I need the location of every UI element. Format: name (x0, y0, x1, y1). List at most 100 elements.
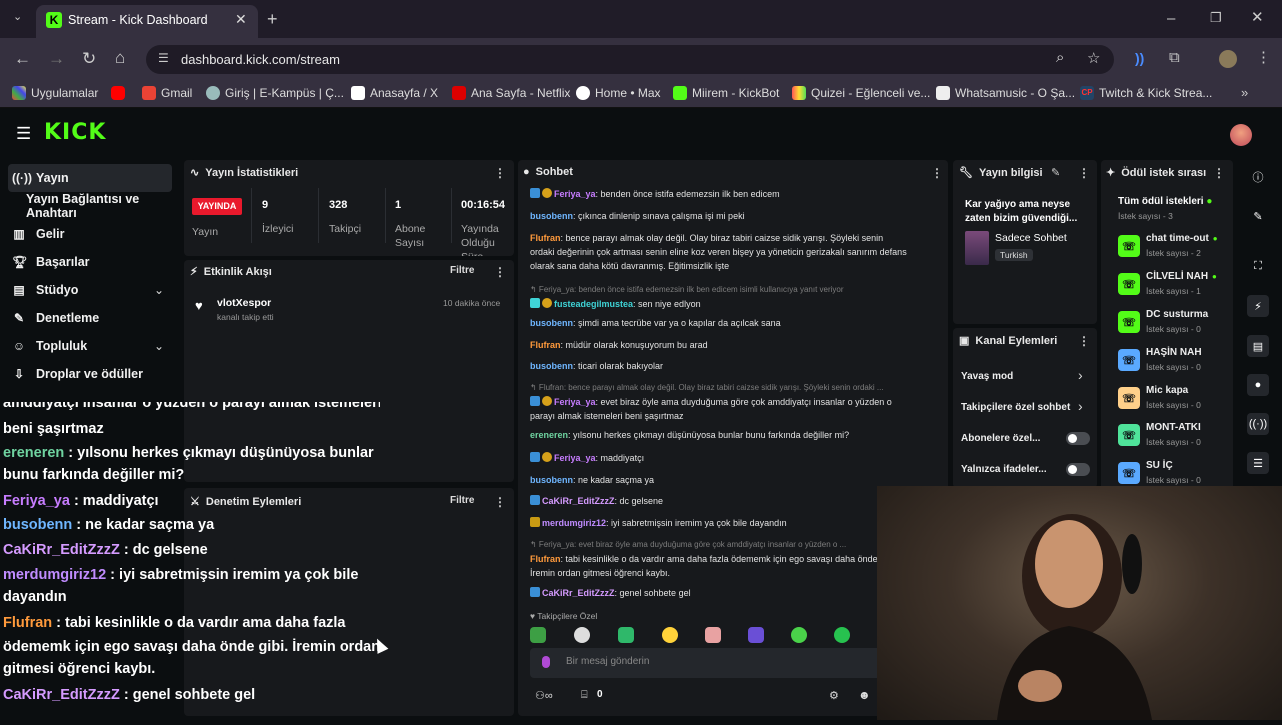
lightning-rail-icon[interactable]: ⚡︎ (1247, 295, 1269, 317)
back-icon[interactable]: ← (14, 50, 31, 67)
chevron-right-icon[interactable]: › (1078, 398, 1083, 414)
kick-logo[interactable]: KICK (44, 120, 106, 145)
overlay-chat-user[interactable]: Feriya_ya (3, 493, 70, 509)
chat-username[interactable]: busobenn (530, 475, 573, 485)
reward-item[interactable]: ☏ CİLVELİ NAH ● İstek sayısı - 1 (1118, 271, 1228, 301)
chat-rail-icon[interactable]: ● (1247, 374, 1269, 396)
sidebar-item-yayin[interactable]: ((·)) Yayın (8, 165, 172, 191)
slow-mode-item[interactable]: Yavaş mod (961, 371, 1013, 382)
info-icon[interactable]: ⓘ (1247, 166, 1269, 188)
chat-username[interactable]: Flufran (530, 340, 561, 350)
kebab-icon[interactable]: ⋮ (494, 166, 506, 180)
maximize-icon[interactable]: ❐ (1210, 11, 1222, 24)
edit-pencil-icon[interactable]: ✎ (1051, 166, 1060, 179)
bookmark-gmail[interactable]: Gmail (142, 86, 192, 100)
emote-picker-icon[interactable]: ☻ (858, 688, 871, 702)
subscribers-only-toggle[interactable] (1066, 432, 1090, 445)
chat-username[interactable]: CaKiRr_EditZzzZ (542, 496, 615, 506)
overlay-chat-user[interactable]: CaKiRr_EditZzzZ (3, 542, 120, 558)
kebab-icon[interactable]: ⋮ (931, 166, 943, 180)
edit-icon[interactable]: ✎ (1247, 205, 1269, 227)
chevron-down-icon[interactable]: ⌄ (154, 339, 164, 353)
chat-username[interactable]: Feriya_ya (554, 189, 596, 199)
chat-username[interactable]: busobenn (530, 318, 573, 328)
chat-username[interactable]: Feriya_ya (554, 453, 596, 463)
emote-icon[interactable] (791, 627, 807, 643)
reward-item[interactable]: ☏ DC susturma İstek sayısı - 0 (1118, 309, 1228, 339)
gift-icon[interactable]: ⌸ (581, 689, 588, 702)
sidebar-item-studyo[interactable]: ▤ Stüdyo (8, 277, 172, 303)
chat-username[interactable]: Flufran (530, 554, 561, 564)
window-close-icon[interactable]: ✕ (1251, 10, 1264, 25)
sidebar-item-topluluk[interactable]: ☺ Topluluk (8, 333, 172, 359)
emote-icon[interactable] (834, 627, 850, 643)
chat-username[interactable]: merdumgiriz12 (542, 518, 606, 528)
home-icon[interactable]: ⌂ (115, 49, 125, 66)
reload-icon[interactable]: ↻ (82, 50, 96, 67)
moderation-filter-button[interactable]: Filtre (450, 495, 474, 506)
queue-rail-icon[interactable]: ☰ (1247, 452, 1269, 474)
bookmark-star-icon[interactable]: ☆ (1087, 49, 1100, 67)
kebab-icon[interactable]: ⋮ (1078, 166, 1090, 180)
emote-icon[interactable] (748, 627, 764, 643)
bookmarks-overflow-icon[interactable]: » (1241, 86, 1248, 99)
emote-icon[interactable] (530, 627, 546, 643)
minimize-icon[interactable]: – (1167, 11, 1175, 26)
emote-icon[interactable] (662, 627, 678, 643)
followers-only-chat-item[interactable]: Takipçilere özel sohbet (961, 402, 1070, 413)
chevron-down-icon[interactable]: ⌄ (154, 283, 164, 297)
bookmark-streamtools[interactable]: CP Twitch & Kick Strea... (1080, 86, 1212, 100)
tab-list-icon[interactable]: ⌄ (13, 12, 22, 23)
overlay-chat-user[interactable]: CaKiRr_EditZzzZ (3, 687, 120, 703)
overlay-chat-user[interactable]: busobenn (3, 517, 72, 533)
browser-menu-icon[interactable]: ⋮ (1256, 50, 1271, 65)
extension-icon[interactable]: )) (1135, 51, 1144, 65)
sidebar-item-gelir[interactable]: ▥ Gelir (8, 221, 172, 247)
hamburger-menu-icon[interactable]: ☰ (16, 124, 31, 144)
users-icon[interactable]: ⚇∞ (535, 689, 553, 702)
bookmark-whatsamusic[interactable]: Whatsamusic - O Şa... (936, 86, 1075, 100)
bookmark-ekampus[interactable]: Giriş | E-Kampüs | Ç... (206, 86, 344, 100)
bookmark-kickbot[interactable]: Miirem - KickBot (673, 86, 779, 100)
reward-item[interactable]: ☏ chat time-out ● İstek sayısı - 2 (1118, 233, 1228, 263)
emote-icon[interactable] (574, 627, 590, 643)
chevron-right-icon[interactable]: › (1078, 367, 1083, 383)
activity-filter-button[interactable]: Filtre (450, 265, 474, 276)
chat-username[interactable]: busobenn (530, 211, 573, 221)
sidebar-item-stream-key[interactable]: Yayın Bağlantısı ve Anahtarı (22, 192, 186, 220)
emotes-only-toggle[interactable] (1066, 463, 1090, 476)
chat-username[interactable]: ereneren (530, 430, 568, 440)
chat-username[interactable]: fusteadegilmustea (554, 299, 633, 309)
emote-icon[interactable] (705, 627, 721, 643)
category-name[interactable]: Sadece Sohbet (995, 232, 1067, 244)
chat-username[interactable]: Feriya_ya (554, 397, 596, 407)
reward-item[interactable]: ☏ Mic kapa İstek sayısı - 0 (1118, 385, 1228, 415)
chat-username[interactable]: Flufran (530, 233, 561, 243)
overlay-chat-user[interactable]: merdumgiriz12 (3, 567, 106, 583)
kebab-icon[interactable]: ⋮ (1213, 166, 1225, 180)
site-info-icon[interactable]: ☰ (158, 51, 169, 65)
new-tab-icon[interactable]: + (267, 10, 278, 28)
fullscreen-icon[interactable]: ⛶ (1247, 255, 1269, 277)
kebab-icon[interactable]: ⋮ (1078, 334, 1090, 348)
all-rewards-link[interactable]: Tüm ödül istekleri ● (1118, 196, 1212, 207)
reward-item[interactable]: ☏ HAŞİN NAH İstek sayısı - 0 (1118, 347, 1228, 377)
reward-item[interactable]: ☏ MONT-ATKI İstek sayısı - 0 (1118, 422, 1228, 452)
kebab-icon[interactable]: ⋮ (494, 265, 506, 279)
language-tag[interactable]: Turkish (995, 249, 1033, 261)
forward-icon[interactable]: → (48, 50, 65, 67)
bookmark-x[interactable]: Anasayfa / X (351, 86, 438, 100)
settings-gear-icon[interactable]: ⚙ (829, 689, 839, 702)
chat-input[interactable]: Bir mesaj gönderin (530, 648, 890, 678)
profile-avatar[interactable] (1219, 50, 1237, 68)
sidebar-item-droplar[interactable]: ⇩ Droplar ve ödüller (8, 361, 172, 387)
broadcast-rail-icon[interactable]: ((·)) (1247, 413, 1269, 435)
tab-close-icon[interactable]: ✕ (235, 11, 247, 28)
microphone-icon[interactable] (542, 656, 550, 668)
bookmark-netflix[interactable]: Ana Sayfa - Netflix (452, 86, 570, 100)
zoom-search-icon[interactable]: ⌕ (1056, 49, 1064, 66)
bookmark-quizei[interactable]: Quizei - Eğlenceli ve... (792, 86, 930, 100)
overlay-chat-user[interactable]: Flufran (3, 615, 52, 631)
sidebar-item-basarilar[interactable]: 🏆︎ Başarılar (8, 249, 172, 275)
sidebar-item-denetleme[interactable]: ✎ Denetleme (8, 305, 172, 331)
